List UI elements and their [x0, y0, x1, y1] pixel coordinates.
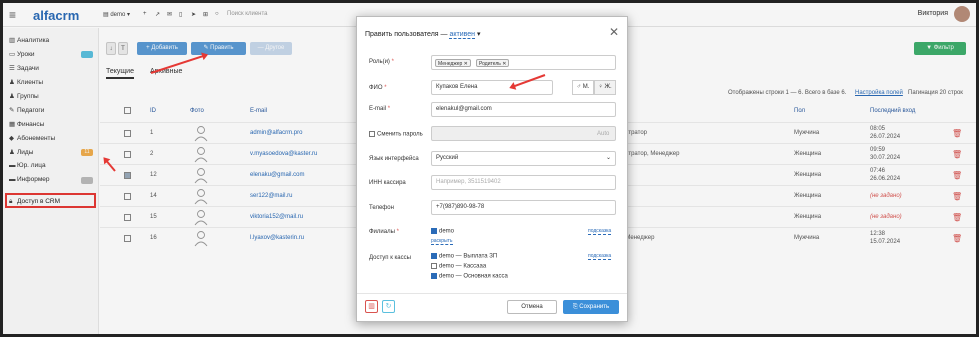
checkbox[interactable] [431, 273, 437, 279]
language-select[interactable]: Русский ⌄ [431, 151, 616, 166]
change-password-checkbox[interactable]: Сменить пароль [369, 131, 423, 138]
roles-label: Роль(и) * [369, 59, 394, 65]
fio-label: ФИО * [369, 85, 387, 91]
reset-button[interactable]: ↻ [382, 300, 395, 313]
modal-footer: ▥ ↻ Отмена ⎘ Сохранить [357, 293, 627, 323]
app-window: ≡ alfacrm ▤ demo ▾ + ↗ ✉ ▯ ➤ ⊞ ○ Поиск к… [3, 3, 976, 334]
fio-input[interactable]: Купаков Елена [431, 80, 553, 95]
cash-checkbox[interactable]: demo — Основная касса [431, 273, 508, 280]
branch-expand-link[interactable]: раскрыть [431, 238, 453, 245]
roles-input[interactable]: Менеджер ✕ Родитель ✕ [431, 55, 616, 70]
password-auto-button: Auto [597, 131, 610, 137]
role-tag[interactable]: Родитель ✕ [476, 59, 510, 67]
gender-female-button[interactable]: ♀ Ж. [594, 80, 616, 95]
cancel-button[interactable]: Отмена [507, 300, 557, 314]
checkbox[interactable] [431, 263, 437, 269]
status-dropdown[interactable]: активен [449, 31, 476, 39]
chevron-down-icon: ⌄ [605, 155, 611, 161]
cash-checkbox[interactable]: demo — Кассааа [431, 263, 486, 270]
modal-title: Править пользователя — активен ▾ [365, 31, 481, 39]
checkbox[interactable] [369, 131, 375, 137]
save-button[interactable]: ⎘ Сохранить [563, 300, 619, 314]
cash-checkbox[interactable]: demo — Выплата ЗП [431, 253, 497, 260]
edit-user-modal: Править пользователя — активен ▾ ✕ Роль(… [356, 16, 628, 322]
branch-checkbox[interactable]: demo [431, 228, 454, 235]
password-input [431, 126, 616, 141]
language-label: Язык интерфейса [369, 156, 419, 162]
gender-male-button[interactable]: ♂ М. [572, 80, 594, 95]
inn-input[interactable]: Например, 3511519402 [431, 175, 616, 190]
email-field[interactable]: elenakul@gmail.com [431, 102, 616, 117]
phone-label: Телефон [369, 205, 394, 211]
inn-label: ИНН кассира [369, 180, 406, 186]
cash-access-label: Доступ к кассы [369, 255, 411, 261]
branches-label: Филиалы * [369, 229, 399, 235]
close-icon[interactable]: ✕ [609, 25, 619, 39]
phone-input[interactable]: +7(987)890-98-78 [431, 200, 616, 215]
delete-button[interactable]: ▥ [365, 300, 378, 313]
branch-hint-link[interactable]: подсказка [588, 228, 612, 235]
email-label: E-mail * [369, 106, 391, 112]
checkbox[interactable] [431, 228, 437, 234]
cash-hint-link[interactable]: подсказка [588, 253, 612, 260]
checkbox[interactable] [431, 253, 437, 259]
role-tag[interactable]: Менеджер ✕ [435, 59, 471, 67]
